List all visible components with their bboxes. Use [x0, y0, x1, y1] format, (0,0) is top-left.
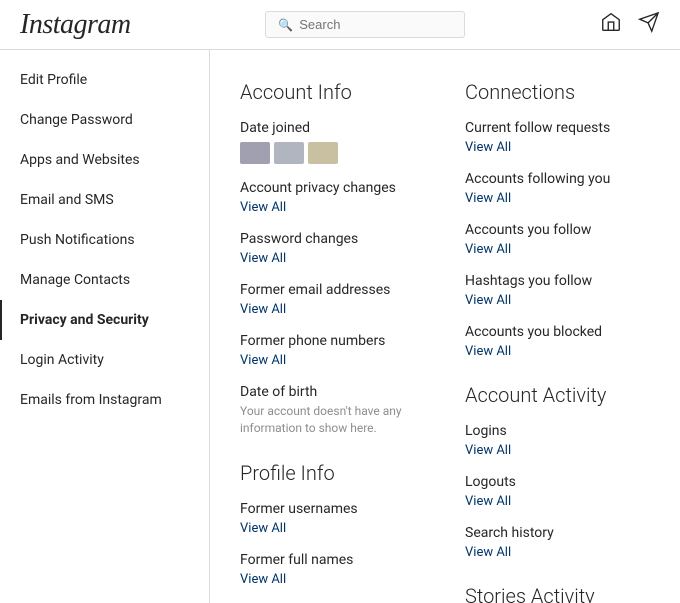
hashtags-you-follow-link[interactable]: View All [465, 293, 511, 308]
sidebar-item-push-notifications[interactable]: Push Notifications [0, 220, 209, 260]
color-block-3 [308, 142, 338, 164]
former-full-names-link[interactable]: View All [240, 572, 286, 587]
sidebar-item-change-password[interactable]: Change Password [0, 100, 209, 140]
hashtags-you-follow-label: Hashtags you follow [465, 273, 650, 289]
account-privacy-changes-label: Account privacy changes [240, 180, 425, 196]
logins-item: Logins View All [465, 423, 650, 458]
date-joined-label: Date joined [240, 120, 425, 136]
stories-activity-title: Stories Activity [465, 584, 650, 603]
sidebar-item-apps-websites[interactable]: Apps and Websites [0, 140, 209, 180]
accounts-you-follow-link[interactable]: View All [465, 242, 511, 257]
color-block-1 [240, 142, 270, 164]
search-icon: 🔍 [278, 18, 293, 32]
hashtags-you-follow-item: Hashtags you follow View All [465, 273, 650, 308]
left-column: Account Info Date joined Account privacy… [240, 80, 425, 603]
main-layout: Edit Profile Change Password Apps and We… [0, 50, 680, 603]
right-column: Connections Current follow requests View… [465, 80, 650, 603]
accounts-following-you-link[interactable]: View All [465, 191, 511, 206]
connections-title: Connections [465, 80, 650, 104]
search-input[interactable] [299, 17, 452, 32]
current-follow-requests-item: Current follow requests View All [465, 120, 650, 155]
account-info-title: Account Info [240, 80, 425, 104]
search-bar[interactable]: 🔍 [265, 11, 465, 38]
date-of-birth-item: Date of birth Your account doesn't have … [240, 384, 425, 437]
stories-activity-section: Stories Activity [465, 584, 650, 603]
sidebar-item-edit-profile[interactable]: Edit Profile [0, 60, 209, 100]
color-block-2 [274, 142, 304, 164]
search-history-link[interactable]: View All [465, 545, 511, 560]
account-privacy-changes-link[interactable]: View All [240, 200, 286, 215]
home-icon[interactable] [600, 11, 622, 38]
logouts-label: Logouts [465, 474, 650, 490]
logouts-item: Logouts View All [465, 474, 650, 509]
password-changes-link[interactable]: View All [240, 251, 286, 266]
header-icons [600, 11, 660, 38]
account-activity-title: Account Activity [465, 383, 650, 407]
former-email-link[interactable]: View All [240, 302, 286, 317]
accounts-you-blocked-item: Accounts you blocked View All [465, 324, 650, 359]
send-icon[interactable] [638, 11, 660, 38]
logouts-link[interactable]: View All [465, 494, 511, 509]
account-info-section: Account Info Date joined Account privacy… [240, 80, 425, 437]
date-joined-item: Date joined [240, 120, 425, 164]
logins-link[interactable]: View All [465, 443, 511, 458]
date-of-birth-sublabel: Your account doesn't have any informatio… [240, 403, 425, 437]
account-activity-section: Account Activity Logins View All Logouts… [465, 383, 650, 560]
app-header: Instagram 🔍 [0, 0, 680, 50]
accounts-you-follow-item: Accounts you follow View All [465, 222, 650, 257]
current-follow-requests-label: Current follow requests [465, 120, 650, 136]
former-usernames-link[interactable]: View All [240, 521, 286, 536]
sidebar: Edit Profile Change Password Apps and We… [0, 50, 210, 603]
former-email-label: Former email addresses [240, 282, 425, 298]
sidebar-item-manage-contacts[interactable]: Manage Contacts [0, 260, 209, 300]
date-of-birth-label: Date of birth [240, 384, 425, 400]
former-phone-item: Former phone numbers View All [240, 333, 425, 368]
former-full-names-item: Former full names View All [240, 552, 425, 587]
accounts-following-you-label: Accounts following you [465, 171, 650, 187]
accounts-you-blocked-label: Accounts you blocked [465, 324, 650, 340]
former-full-names-label: Former full names [240, 552, 425, 568]
connections-section: Connections Current follow requests View… [465, 80, 650, 359]
former-phone-label: Former phone numbers [240, 333, 425, 349]
date-joined-blocks [240, 142, 425, 164]
former-phone-link[interactable]: View All [240, 353, 286, 368]
accounts-you-blocked-link[interactable]: View All [465, 344, 511, 359]
search-history-label: Search history [465, 525, 650, 541]
search-history-item: Search history View All [465, 525, 650, 560]
profile-info-title: Profile Info [240, 461, 425, 485]
former-email-item: Former email addresses View All [240, 282, 425, 317]
current-follow-requests-link[interactable]: View All [465, 140, 511, 155]
main-content: Account Info Date joined Account privacy… [210, 50, 680, 603]
accounts-following-you-item: Accounts following you View All [465, 171, 650, 206]
sidebar-item-email-sms[interactable]: Email and SMS [0, 180, 209, 220]
logins-label: Logins [465, 423, 650, 439]
sidebar-item-emails-instagram[interactable]: Emails from Instagram [0, 380, 209, 420]
accounts-you-follow-label: Accounts you follow [465, 222, 650, 238]
password-changes-label: Password changes [240, 231, 425, 247]
password-changes-item: Password changes View All [240, 231, 425, 266]
profile-info-section: Profile Info Former usernames View All F… [240, 461, 425, 603]
app-logo: Instagram [20, 9, 131, 41]
former-usernames-label: Former usernames [240, 501, 425, 517]
sidebar-item-login-activity[interactable]: Login Activity [0, 340, 209, 380]
sidebar-item-privacy-security[interactable]: Privacy and Security [0, 300, 209, 340]
former-usernames-item: Former usernames View All [240, 501, 425, 536]
account-privacy-changes-item: Account privacy changes View All [240, 180, 425, 215]
